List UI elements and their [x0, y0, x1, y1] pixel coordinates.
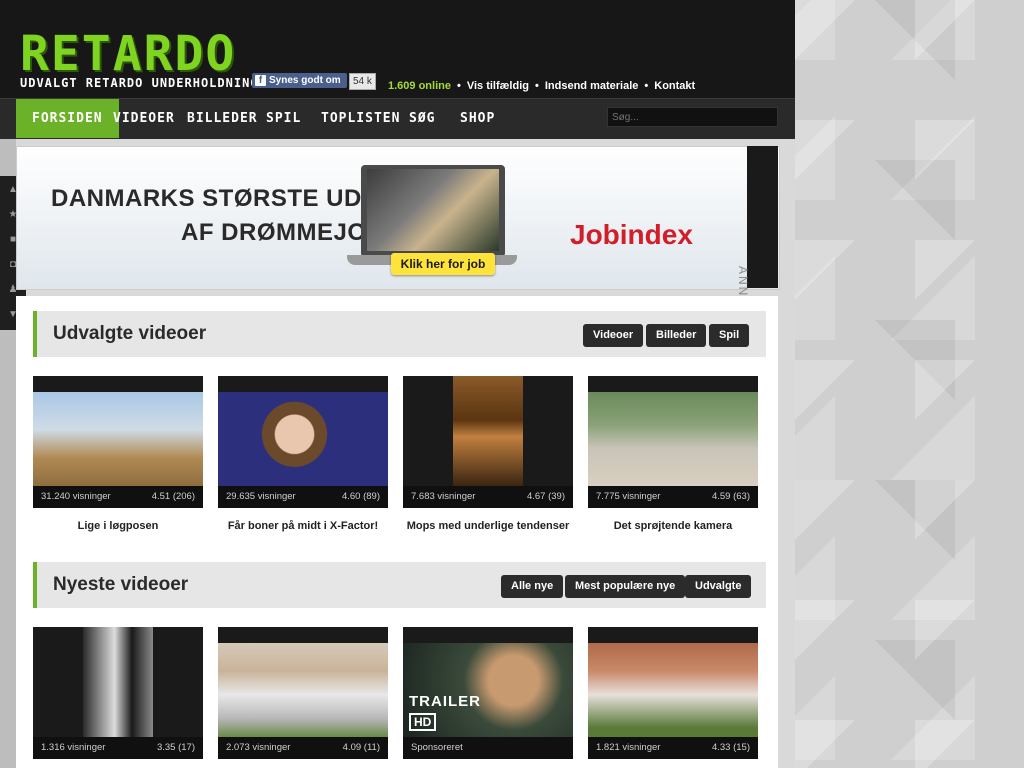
- video-thumbnail[interactable]: 31.240 visninger 4.51 (206): [33, 376, 203, 508]
- thumbnail-image: [83, 627, 153, 737]
- background-pattern: [795, 0, 1024, 768]
- video-stats: 29.635 visninger 4.60 (89): [218, 486, 388, 508]
- section-title: Udvalgte videoer: [53, 323, 207, 344]
- video-thumbnail[interactable]: TRAILER HD Sponsoreret: [403, 627, 573, 759]
- online-count: 1.609 online: [388, 80, 451, 92]
- video-stats: 2.073 visninger 4.09 (11): [218, 737, 388, 759]
- link-submit[interactable]: Indsend materiale: [545, 80, 639, 92]
- site-tagline: UDVALGT RETARDO UNDERHOLDNING: [20, 76, 259, 90]
- top-links: 1.609 online • Vis tilfældig • Indsend m…: [388, 80, 695, 92]
- rating: 4.60 (89): [341, 491, 380, 502]
- video-title[interactable]: Mops med underlige tendenser: [403, 520, 573, 532]
- video-card[interactable]: 7.775 visninger 4.59 (63) Det sprøjtende…: [588, 376, 758, 532]
- facebook-like-count: 54 k: [349, 73, 376, 90]
- laptop-image: [361, 165, 505, 257]
- video-card[interactable]: 1.821 visninger 4.33 (15): [588, 627, 758, 759]
- search-input[interactable]: [607, 107, 778, 127]
- ad-banner[interactable]: DANMARKS STØRSTE UDVALG AF DRØMMEJOB Kli…: [16, 146, 780, 290]
- view-count: 7.775 visninger: [596, 491, 661, 502]
- video-title[interactable]: Det sprøjtende kamera: [588, 520, 758, 532]
- ad-label: ANNONCE: [736, 146, 778, 340]
- newest-section-header: Nyeste videoer Alle nye Mest populære ny…: [33, 562, 766, 608]
- filter-udvalgte-button[interactable]: Udvalgte: [685, 575, 752, 598]
- video-card[interactable]: 29.635 visninger 4.60 (89) Får boner på …: [218, 376, 388, 532]
- link-contact[interactable]: Kontakt: [654, 80, 695, 92]
- nav-item-sog[interactable]: SØG: [409, 99, 435, 138]
- thumbnail-image: [218, 392, 388, 486]
- video-card[interactable]: 7.683 visninger 4.67 (39) Mops med under…: [403, 376, 573, 532]
- rating: 4.09 (11): [342, 742, 380, 753]
- video-title[interactable]: Lige i løgposen: [33, 520, 203, 532]
- link-random[interactable]: Vis tilfældig: [467, 80, 529, 92]
- video-stats: 1.821 visninger 4.33 (15): [588, 737, 758, 759]
- video-stats: 1.316 visninger 3.35 (17): [33, 737, 203, 759]
- video-stats: 7.775 visninger 4.59 (63): [588, 486, 758, 508]
- site-logo[interactable]: RETARDO: [20, 30, 236, 78]
- nav-item-videoer[interactable]: VIDEOER: [113, 99, 175, 138]
- banner-brand-logo: Jobindex: [570, 219, 693, 250]
- thumbnail-image: [588, 392, 758, 486]
- video-stats: Sponsoreret: [403, 737, 573, 759]
- section-title: Nyeste videoer: [53, 574, 189, 595]
- video-card[interactable]: 2.073 visninger 4.09 (11): [218, 627, 388, 759]
- view-count: 31.240 visninger: [41, 491, 111, 502]
- view-count: 2.073 visninger: [226, 742, 291, 753]
- video-thumbnail[interactable]: 1.821 visninger 4.33 (15): [588, 627, 758, 759]
- rating: 3.35 (17): [156, 742, 195, 753]
- thumbnail-image: [453, 376, 523, 486]
- nav-item-spil[interactable]: SPIL: [266, 99, 301, 138]
- video-card[interactable]: 1.316 visninger 3.35 (17): [33, 627, 203, 759]
- nav-item-forsiden[interactable]: FORSIDEN: [16, 99, 119, 138]
- view-count: 29.635 visninger: [226, 491, 296, 502]
- thumbnail-image: [33, 392, 203, 486]
- video-thumbnail[interactable]: 29.635 visninger 4.60 (89): [218, 376, 388, 508]
- video-thumbnail[interactable]: 1.316 visninger 3.35 (17): [33, 627, 203, 759]
- video-card[interactable]: 31.240 visninger 4.51 (206) Lige i løgpo…: [33, 376, 203, 532]
- nav-item-billeder[interactable]: BILLEDER: [187, 99, 258, 138]
- site-header: RETARDO UDVALGT RETARDO UNDERHOLDNING f …: [0, 0, 795, 98]
- video-thumbnail[interactable]: 2.073 visninger 4.09 (11): [218, 627, 388, 759]
- video-thumbnail[interactable]: 7.683 visninger 4.67 (39): [403, 376, 573, 508]
- video-title[interactable]: Får boner på midt i X-Factor!: [218, 520, 388, 532]
- filter-videoer-button[interactable]: Videoer: [583, 324, 644, 347]
- rating: 4.67 (39): [526, 491, 565, 502]
- bullet-separator: •: [534, 80, 539, 92]
- hd-badge: HD: [409, 713, 437, 731]
- view-count: 1.316 visninger: [41, 742, 106, 753]
- rating: 4.51 (206): [151, 491, 195, 502]
- laptop-screen-image: [367, 169, 499, 251]
- banner-cta-button[interactable]: Klik her for job: [391, 253, 495, 275]
- thumbnail-image: [588, 643, 758, 737]
- sponsored-label: Sponsoreret: [411, 742, 463, 753]
- filter-mest-populaere-button[interactable]: Mest populære nye: [565, 575, 686, 598]
- trailer-overlay: TRAILER: [409, 693, 481, 710]
- video-stats: 31.240 visninger 4.51 (206): [33, 486, 203, 508]
- video-thumbnail[interactable]: 7.775 visninger 4.59 (63): [588, 376, 758, 508]
- rating: 4.59 (63): [711, 491, 750, 502]
- facebook-like-label: Synes godt om: [269, 75, 341, 86]
- video-stats: 7.683 visninger 4.67 (39): [403, 486, 573, 508]
- facebook-icon: f: [255, 75, 266, 86]
- bullet-separator: •: [644, 80, 649, 92]
- view-count: 7.683 visninger: [411, 491, 476, 502]
- view-count: 1.821 visninger: [596, 742, 661, 753]
- thumbnail-image: [218, 643, 388, 737]
- banner-headline-2: AF DRØMMEJOB: [181, 219, 385, 246]
- rating: 4.33 (15): [711, 742, 750, 753]
- filter-billeder-button[interactable]: Billeder: [646, 324, 707, 347]
- facebook-like-button[interactable]: f Synes godt om: [252, 73, 347, 88]
- filter-alle-nye-button[interactable]: Alle nye: [501, 575, 564, 598]
- nav-item-shop[interactable]: SHOP: [460, 99, 495, 138]
- nav-item-toplisten[interactable]: TOPLISTEN: [321, 99, 400, 138]
- featured-section-header: Udvalgte videoer Videoer Billeder Spil: [33, 311, 766, 357]
- bullet-separator: •: [456, 80, 461, 92]
- video-card[interactable]: TRAILER HD Sponsoreret: [403, 627, 573, 759]
- filter-spil-button[interactable]: Spil: [709, 324, 750, 347]
